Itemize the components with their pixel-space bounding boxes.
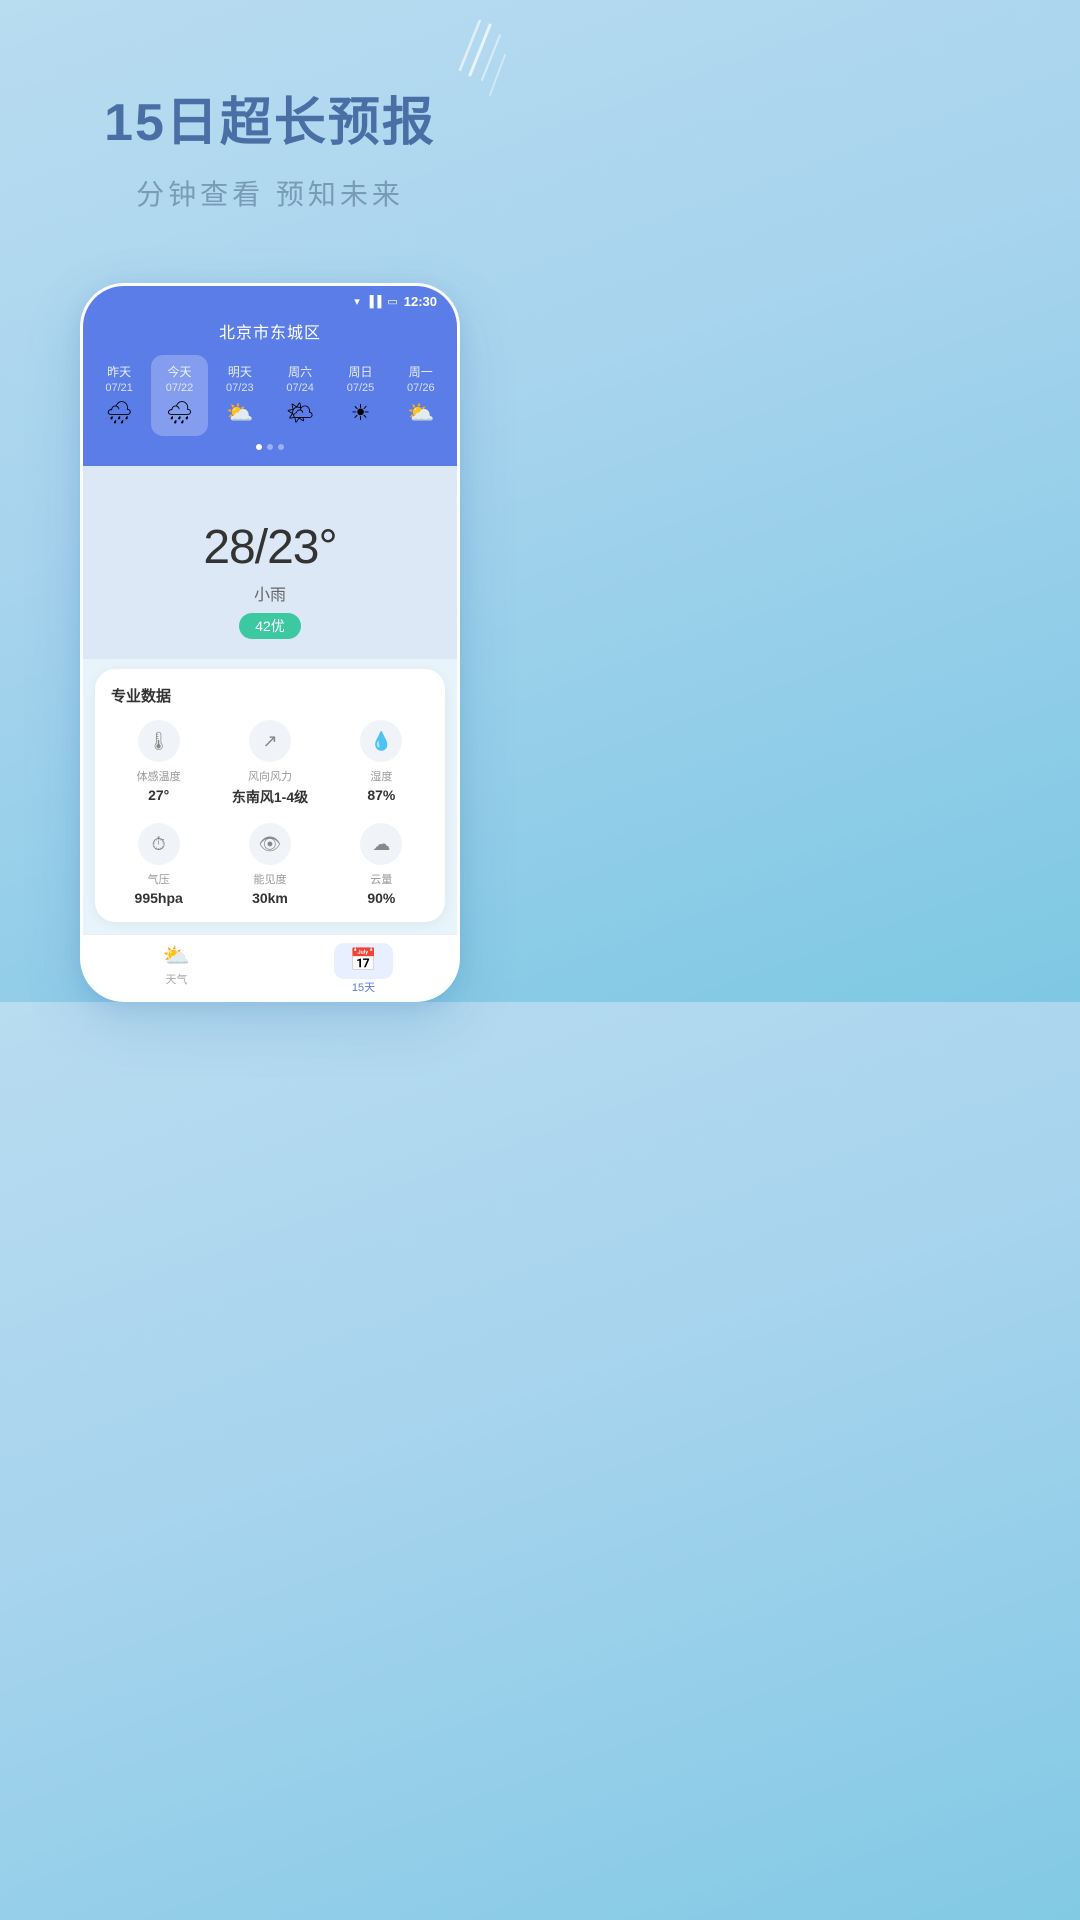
phone-mockup: ▾ ▐▐ ▭ 12:30 北京市东城区 昨天 07/21 🌧 今天 07/22 … bbox=[80, 283, 460, 1002]
data-value-2: 87% bbox=[330, 787, 433, 803]
data-label-3: 气压 bbox=[107, 871, 210, 887]
day-tab-icon-2: ⛅ bbox=[214, 400, 266, 426]
nav-item-天气[interactable]: ⛅ 天气 bbox=[83, 943, 270, 995]
data-item-0: 🌡 体感温度 27° bbox=[107, 720, 210, 807]
day-tab-label-1: 今天 bbox=[153, 363, 205, 380]
data-icon-2: 💧 bbox=[360, 720, 402, 762]
day-tab-1[interactable]: 今天 07/22 🌧 bbox=[151, 355, 207, 436]
data-value-4: 30km bbox=[218, 890, 321, 906]
day-tab-0[interactable]: 昨天 07/21 🌧 bbox=[91, 355, 147, 436]
data-label-1: 风向风力 bbox=[218, 768, 321, 784]
signal-icon: ▐▐ bbox=[366, 296, 382, 308]
day-tab-date-2: 07/23 bbox=[214, 382, 266, 394]
data-value-0: 27° bbox=[107, 787, 210, 803]
data-label-5: 云量 bbox=[330, 871, 433, 887]
day-tab-date-3: 07/24 bbox=[274, 382, 326, 394]
data-value-3: 995hpa bbox=[107, 890, 210, 906]
day-tab-2[interactable]: 明天 07/23 ⛅ bbox=[212, 355, 268, 436]
day-tab-icon-0: 🌧 bbox=[93, 400, 145, 426]
data-icon-1: ↗ bbox=[249, 720, 291, 762]
data-item-1: ↗ 风向风力 东南风1-4级 bbox=[218, 720, 321, 807]
day-tab-icon-3: 🌤 bbox=[274, 400, 326, 426]
data-grid: 🌡 体感温度 27° ↗ 风向风力 东南风1-4级 💧 湿度 87% ⏱ 气压 … bbox=[107, 720, 433, 906]
status-icons: ▾ ▐▐ ▭ 12:30 bbox=[354, 294, 437, 309]
data-item-5: ☁ 云量 90% bbox=[330, 823, 433, 906]
data-card: 专业数据 🌡 体感温度 27° ↗ 风向风力 东南风1-4级 💧 湿度 87% … bbox=[95, 669, 445, 922]
weather-header: 北京市东城区 昨天 07/21 🌧 今天 07/22 🌧 明天 07/23 ⛅ … bbox=[83, 313, 457, 466]
status-time: 12:30 bbox=[404, 294, 437, 309]
data-icon-5: ☁ bbox=[360, 823, 402, 865]
temperature-display: 28/23° bbox=[103, 520, 437, 575]
wifi-icon: ▾ bbox=[354, 295, 360, 308]
weather-main: 28/23° 小雨 42优 bbox=[83, 496, 457, 659]
day-tab-label-3: 周六 bbox=[274, 363, 326, 380]
phone-wrapper: ▾ ▐▐ ▭ 12:30 北京市东城区 昨天 07/21 🌧 今天 07/22 … bbox=[0, 283, 540, 1002]
day-tab-5[interactable]: 周一 07/26 ⛅ bbox=[393, 355, 449, 436]
day-tab-date-0: 07/21 bbox=[93, 382, 145, 394]
battery-icon: ▭ bbox=[387, 295, 397, 308]
aqi-badge: 42优 bbox=[239, 613, 301, 639]
day-tab-date-1: 07/22 bbox=[153, 382, 205, 394]
data-value-5: 90% bbox=[330, 890, 433, 906]
dot-1 bbox=[256, 444, 262, 450]
day-tab-label-2: 明天 bbox=[214, 363, 266, 380]
header-section: 15日超长预报 分钟查看 预知未来 bbox=[0, 0, 540, 253]
day-tab-3[interactable]: 周六 07/24 🌤 bbox=[272, 355, 328, 436]
day-tabs[interactable]: 昨天 07/21 🌧 今天 07/22 🌧 明天 07/23 ⛅ 周六 07/2… bbox=[91, 355, 449, 436]
status-bar: ▾ ▐▐ ▭ 12:30 bbox=[83, 286, 457, 313]
data-label-4: 能见度 bbox=[218, 871, 321, 887]
main-title: 15日超长预报 bbox=[40, 80, 500, 155]
nav-icon-1: 📅 bbox=[350, 947, 377, 973]
data-card-title: 专业数据 bbox=[107, 685, 433, 706]
day-tab-icon-5: ⛅ bbox=[395, 400, 447, 426]
day-tab-label-4: 周日 bbox=[334, 363, 386, 380]
day-tab-icon-4: ☀ bbox=[334, 400, 386, 426]
dots-indicator bbox=[91, 436, 449, 450]
day-tab-4[interactable]: 周日 07/25 ☀ bbox=[332, 355, 388, 436]
day-tab-label-5: 周一 bbox=[395, 363, 447, 380]
bottom-nav[interactable]: ⛅ 天气 📅 15天 bbox=[83, 934, 457, 999]
day-tab-icon-1: 🌧 bbox=[153, 400, 205, 426]
data-item-3: ⏱ 气压 995hpa bbox=[107, 823, 210, 906]
day-tab-date-5: 07/26 bbox=[395, 382, 447, 394]
data-item-2: 💧 湿度 87% bbox=[330, 720, 433, 807]
weather-description: 小雨 bbox=[103, 581, 437, 605]
nav-label-1: 15天 bbox=[270, 979, 457, 995]
nav-icon-0: ⛅ bbox=[83, 943, 270, 969]
dot-2 bbox=[267, 444, 273, 450]
data-label-2: 湿度 bbox=[330, 768, 433, 784]
data-item-4: 👁 能见度 30km bbox=[218, 823, 321, 906]
wave-separator bbox=[83, 466, 457, 496]
data-label-0: 体感温度 bbox=[107, 768, 210, 784]
data-value-1: 东南风1-4级 bbox=[218, 787, 321, 807]
data-icon-0: 🌡 bbox=[138, 720, 180, 762]
nav-label-0: 天气 bbox=[83, 971, 270, 987]
data-icon-3: ⏱ bbox=[138, 823, 180, 865]
day-tab-label-0: 昨天 bbox=[93, 363, 145, 380]
nav-item-15天[interactable]: 📅 15天 bbox=[270, 943, 457, 995]
dot-3 bbox=[278, 444, 284, 450]
data-icon-4: 👁 bbox=[249, 823, 291, 865]
sub-title: 分钟查看 预知未来 bbox=[40, 173, 500, 213]
city-name: 北京市东城区 bbox=[91, 319, 449, 343]
day-tab-date-4: 07/25 bbox=[334, 382, 386, 394]
